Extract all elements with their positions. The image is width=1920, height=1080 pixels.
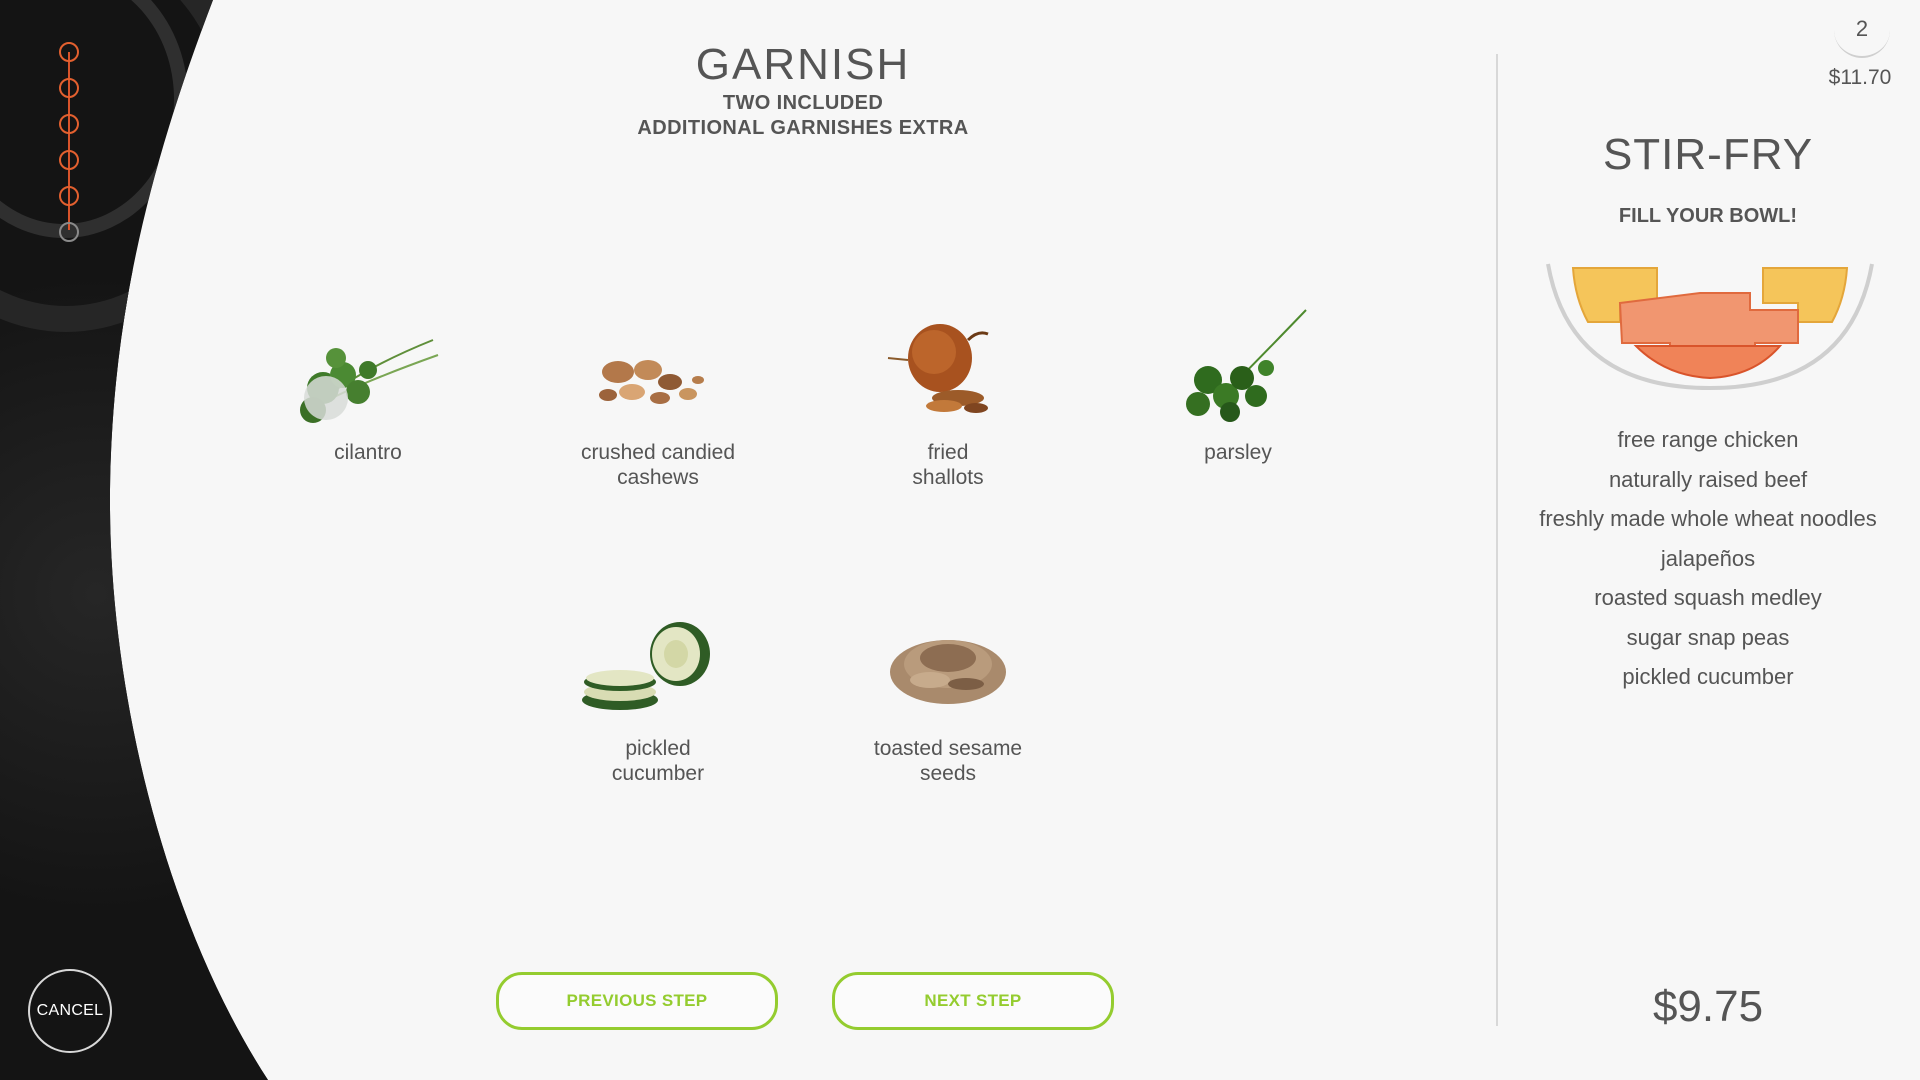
step-dot-3[interactable]	[59, 114, 79, 134]
garnish-option-parsley[interactable]: parsley	[1138, 300, 1338, 465]
cashews-icon	[558, 300, 758, 450]
item-price: $9.75	[1652, 982, 1764, 1031]
garnish-option-toasted-sesame-seeds[interactable]: toasted sesame seeds	[848, 600, 1048, 786]
summary-title: STIR-FRY	[1602, 130, 1814, 179]
previous-step-button[interactable]: PREVIOUS STEP	[496, 972, 778, 1030]
parsley-icon	[1138, 300, 1338, 450]
garnish-option-cilantro[interactable]: cilantro	[268, 300, 468, 465]
cart-count-badge[interactable]: 2	[1834, 16, 1890, 58]
cucumber-icon	[558, 600, 758, 750]
list-item: pickled cucumber	[1622, 664, 1794, 689]
sesame-icon	[848, 600, 1048, 750]
shallots-icon	[848, 300, 1048, 450]
page-title: GARNISH	[695, 40, 911, 89]
bowl-icon	[1540, 258, 1880, 398]
step-dot-4[interactable]	[59, 150, 79, 170]
cancel-button[interactable]: CANCEL	[28, 969, 112, 1053]
list-item: jalapeños	[1660, 545, 1756, 571]
decorative-swirl-inner	[0, 0, 188, 238]
step-header: GARNISH TWO INCLUDED ADDITIONAL GARNISHE…	[560, 40, 1046, 140]
garnish-option-pickled-cucumber[interactable]: pickled cucumber	[558, 600, 758, 786]
step-dot-6-pending[interactable]	[59, 222, 79, 242]
list-item: free range chicken	[1617, 427, 1799, 452]
ingredient-list: free range chicken naturally raised beef…	[1520, 420, 1896, 697]
left-dark-panel	[0, 0, 320, 1080]
list-item: sugar snap peas	[1626, 624, 1790, 650]
cart-total: $11.70	[1828, 66, 1892, 89]
step-dot-5[interactable]	[59, 186, 79, 206]
summary-subtitle: FILL YOUR BOWL!	[1618, 205, 1798, 227]
divider	[1496, 54, 1498, 1026]
list-item: roasted squash medley	[1594, 585, 1822, 610]
extra-note: ADDITIONAL GARNISHES EXTRA	[637, 117, 969, 139]
garnish-option-crushed-candied-cashews[interactable]: crushed candied cashews	[558, 300, 758, 490]
list-item: freshly made whole wheat noodles	[1539, 506, 1877, 531]
list-item: naturally raised beef	[1608, 466, 1808, 492]
next-step-button[interactable]: NEXT STEP	[832, 972, 1114, 1030]
included-note: TWO INCLUDED	[722, 92, 884, 114]
cilantro-icon	[268, 300, 468, 450]
garnish-option-fried-shallots[interactable]: fried shallots	[848, 300, 1048, 490]
step-dot-2[interactable]	[59, 78, 79, 98]
progress-stepper	[59, 42, 79, 242]
step-dot-1[interactable]	[59, 42, 79, 62]
